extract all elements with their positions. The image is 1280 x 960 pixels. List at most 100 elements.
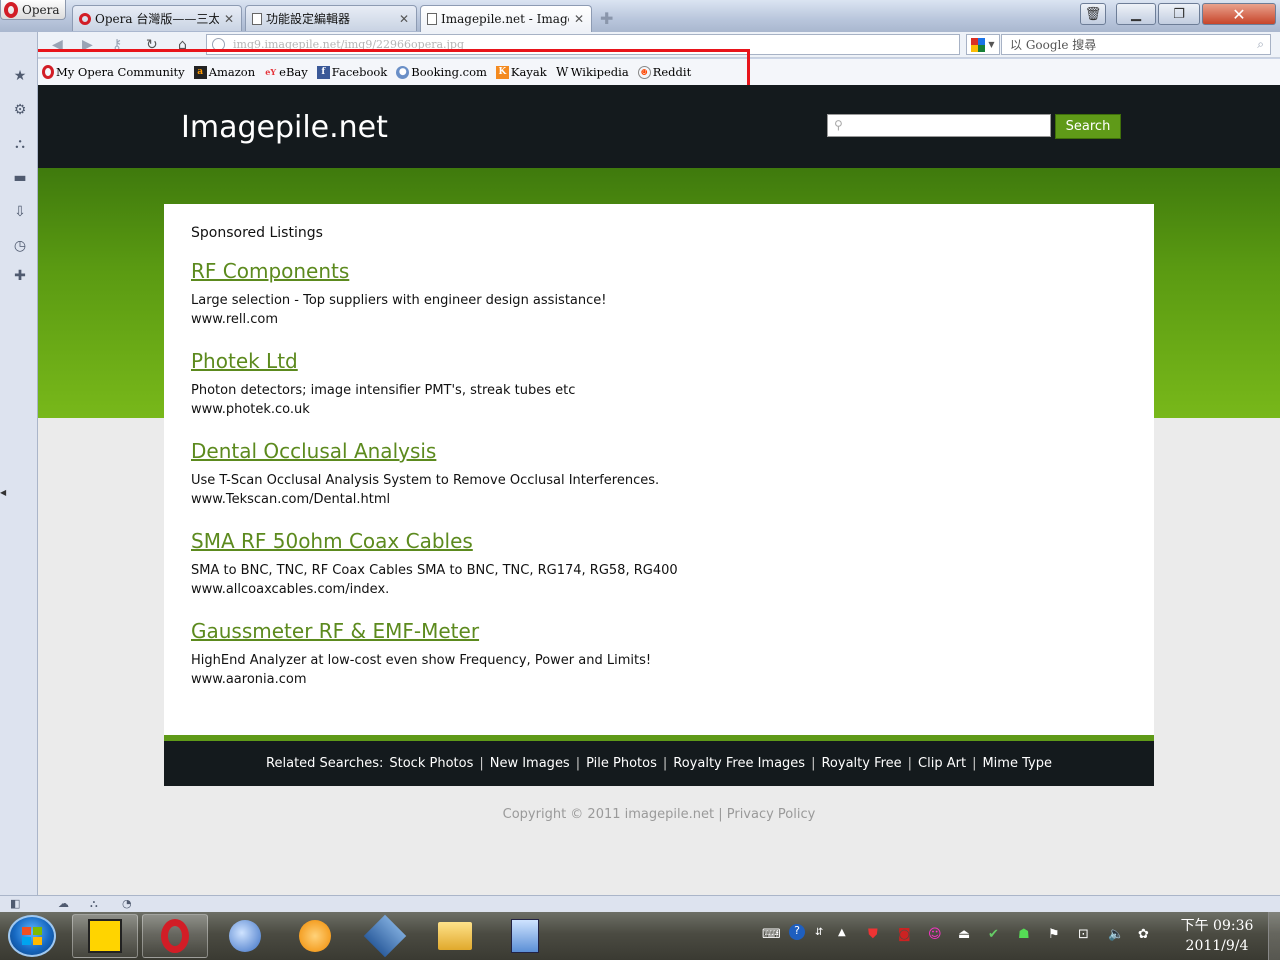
network-icon[interactable]: ⊡ <box>1078 927 1089 942</box>
related-link-mime-type[interactable]: Mime Type <box>982 756 1051 771</box>
show-desktop-button[interactable] <box>1268 912 1280 960</box>
system-clock[interactable]: 下午 09:36 2011/9/4 <box>1176 916 1258 956</box>
tray-app-icon[interactable]: ◙ <box>898 927 911 942</box>
unite-icon[interactable]: ⛬ <box>12 136 28 152</box>
amazon-icon: a <box>193 65 207 79</box>
related-link-new-images[interactable]: New Images <box>490 756 570 771</box>
close-tab-icon[interactable]: ✕ <box>573 12 585 26</box>
bookmark-booking[interactable]: ● Booking.com <box>396 65 487 79</box>
listing-title-link[interactable]: Gaussmeter RF & EMF-Meter <box>191 619 1091 643</box>
search-icon[interactable]: ⌕ <box>1257 37 1264 52</box>
start-button[interactable] <box>8 915 56 957</box>
site-title[interactable]: Imagepile.net <box>181 110 388 145</box>
site-search-button[interactable]: Search <box>1055 114 1121 139</box>
taskbar-app-virtualbox[interactable] <box>352 914 418 958</box>
action-center-flag-icon[interactable]: ⚑ <box>1048 927 1060 942</box>
bookmark-label: eBay <box>279 65 308 79</box>
key-icon[interactable]: ⚷ <box>112 37 122 53</box>
tray-dog-icon[interactable]: ✿ <box>1138 927 1149 942</box>
related-link-pile-photos[interactable]: Pile Photos <box>586 756 657 771</box>
turbo-cloud-icon[interactable]: ☁ <box>58 897 69 910</box>
bookmark-kayak[interactable]: K Kayak <box>495 65 547 79</box>
bookmark-amazon[interactable]: a Amazon <box>193 65 255 79</box>
taskbar-app-notepad[interactable] <box>492 914 558 958</box>
related-link-royalty-free-images[interactable]: Royalty Free Images <box>673 756 805 771</box>
bookmark-reddit[interactable]: ☻ Reddit <box>637 65 691 79</box>
trash-icon[interactable]: 🗑 <box>1080 3 1106 25</box>
bookmark-ebay[interactable]: eY eBay <box>264 65 308 79</box>
listing-title-link[interactable]: SMA RF 50ohm Coax Cables <box>191 529 1091 553</box>
messenger-icon[interactable]: ☗ <box>1018 927 1030 942</box>
opera-menu-button[interactable]: Opera <box>0 0 66 20</box>
maximize-button[interactable]: ❐ <box>1158 3 1200 25</box>
forward-icon[interactable]: ▶ <box>82 37 93 53</box>
tab-opera-taiwan[interactable]: Opera 台灣版——三太... ✕ <box>72 5 242 31</box>
back-icon[interactable]: ◀ <box>52 37 63 53</box>
listing-title-link[interactable]: RF Components <box>191 259 1091 283</box>
listing-description: SMA to BNC, TNC, RF Coax Cables SMA to B… <box>191 563 678 578</box>
keyboard-icon[interactable]: ⌨ <box>762 927 781 942</box>
tab-settings-editor[interactable]: 功能設定編輯器 ✕ <box>245 5 417 31</box>
address-text: img9.imagepile.net/img9/22966opera.jpg <box>233 38 465 51</box>
bookmarks-star-icon[interactable]: ★ <box>12 68 28 84</box>
panel-toggle-icon[interactable]: ◧ <box>10 897 20 910</box>
tray-avatar-icon[interactable]: ☺ <box>928 927 942 942</box>
navigation-toolbar: ◀ ▶ ⚷ ↻ ⌂ img9.imagepile.net/img9/22966o… <box>38 32 1280 58</box>
tab-imagepile[interactable]: Imagepile.net - Imagepile... ✕ <box>420 5 592 32</box>
listing-url[interactable]: www.aaronia.com <box>191 670 1091 689</box>
related-link-stock-photos[interactable]: Stock Photos <box>389 756 473 771</box>
taskbar-app-quickq[interactable] <box>72 914 138 958</box>
privacy-policy-link[interactable]: Privacy Policy <box>727 807 816 822</box>
help-icon[interactable]: ? <box>789 924 805 940</box>
listing-url[interactable]: www.Tekscan.com/Dental.html <box>191 490 1091 509</box>
site-info-icon[interactable] <box>212 38 225 51</box>
related-link-clip-art[interactable]: Clip Art <box>918 756 966 771</box>
listing-url[interactable]: www.rell.com <box>191 310 1091 329</box>
related-link-royalty-free[interactable]: Royalty Free <box>821 756 901 771</box>
browser-search-input[interactable]: 以 Google 搜尋 ⌕ <box>1001 34 1271 55</box>
reload-icon[interactable]: ↻ <box>146 37 158 53</box>
taskbar-app-explorer[interactable] <box>422 914 488 958</box>
bookmark-wikipedia[interactable]: W Wikipedia <box>556 65 629 79</box>
close-window-button[interactable]: ✕ <box>1202 3 1276 25</box>
close-tab-icon[interactable]: ✕ <box>398 12 410 26</box>
search-placeholder: 以 Google 搜尋 <box>1010 38 1097 52</box>
listing-url[interactable]: www.photek.co.uk <box>191 400 1091 419</box>
moon-icon <box>229 920 261 952</box>
page-icon <box>252 12 262 25</box>
usb-icon[interactable]: ⏏ <box>958 927 970 942</box>
minimize-button[interactable]: ▁ <box>1116 3 1156 25</box>
taskbar-app-opera[interactable] <box>142 914 208 958</box>
site-search-input[interactable]: ⚲ <box>827 114 1051 137</box>
google-icon <box>971 37 986 52</box>
language-bar-icon[interactable]: ⇵ <box>815 927 823 938</box>
cube-icon <box>363 914 407 958</box>
collapse-panel-icon[interactable]: ◀ <box>0 488 6 497</box>
search-engine-selector[interactable]: ▼ <box>966 34 1000 55</box>
bookmark-my-opera[interactable]: My Opera Community <box>42 65 185 79</box>
add-panel-icon[interactable]: ✚ <box>12 268 28 284</box>
listing-url[interactable]: www.allcoaxcables.com/index. <box>191 580 1091 599</box>
home-icon[interactable]: ⌂ <box>178 37 187 53</box>
network-check-icon[interactable]: ✔ <box>988 927 999 942</box>
bookmark-facebook[interactable]: f Facebook <box>316 65 387 79</box>
listing-item: Photek Ltd Photon detectors; image inten… <box>191 349 1091 419</box>
downloads-icon[interactable]: ⇩ <box>12 204 28 220</box>
volume-icon[interactable]: 🔈 <box>1108 927 1124 942</box>
close-tab-icon[interactable]: ✕ <box>223 12 235 26</box>
speed-dial-icon[interactable]: ◔ <box>122 897 132 910</box>
taskbar-app-media[interactable] <box>282 914 348 958</box>
shield-icon[interactable]: ⛊ <box>868 927 878 942</box>
history-clock-icon[interactable]: ◷ <box>12 238 28 254</box>
show-hidden-icons-icon[interactable]: ▲ <box>838 927 846 938</box>
address-bar[interactable]: img9.imagepile.net/img9/22966opera.jpg <box>206 34 960 55</box>
listing-title-link[interactable]: Dental Occlusal Analysis <box>191 439 1091 463</box>
new-tab-icon[interactable]: ✚ <box>600 9 613 28</box>
gear-icon[interactable]: ⚙ <box>12 102 28 118</box>
kayak-icon: K <box>495 65 509 79</box>
notes-icon[interactable]: ▬ <box>12 170 28 186</box>
unite-status-icon[interactable]: ⛬ <box>90 897 98 911</box>
taskbar-app-moon[interactable] <box>212 914 278 958</box>
listing-title-link[interactable]: Photek Ltd <box>191 349 1091 373</box>
listing-description: HighEnd Analyzer at low-cost even show F… <box>191 653 652 668</box>
